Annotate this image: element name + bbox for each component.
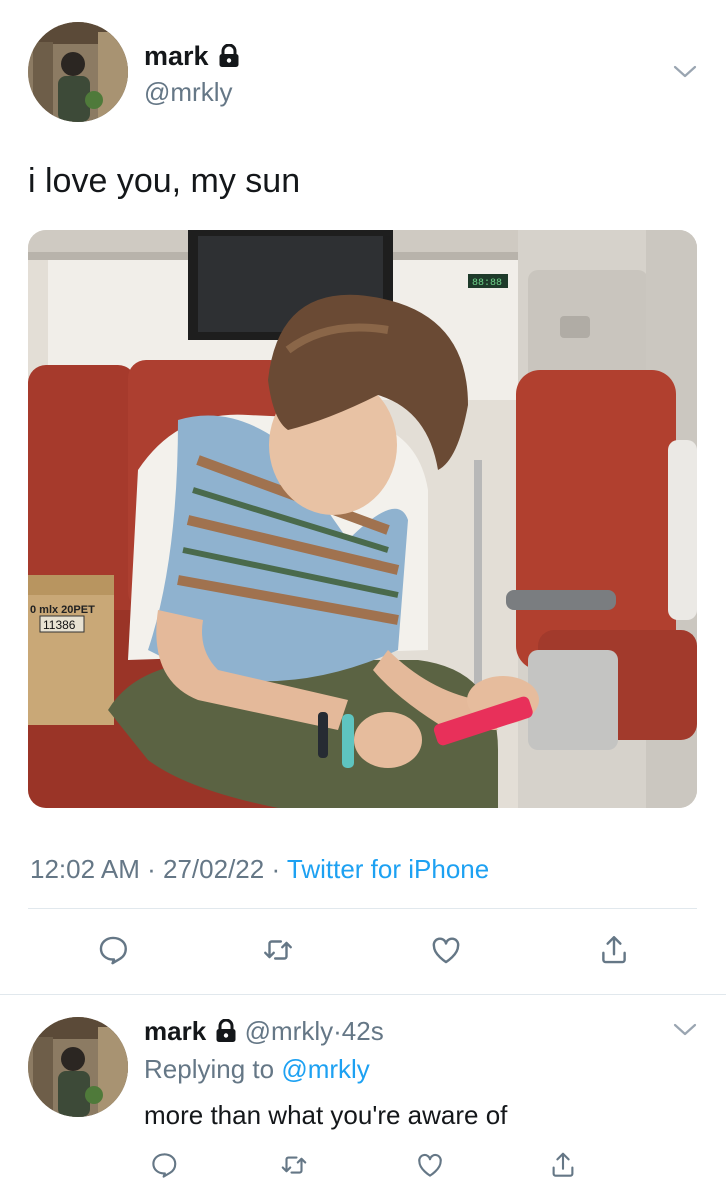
reply-text: more than what you're aware of (144, 1100, 508, 1130)
reply-retweet-button[interactable] (274, 1145, 314, 1185)
share-icon (602, 936, 626, 964)
reply-icon (152, 1153, 177, 1178)
meta-separator: · (271, 854, 281, 884)
author-name-row: mark (144, 40, 240, 72)
replying-to-line: Replying to @mrkly (144, 1052, 370, 1086)
chevron-down-icon[interactable] (672, 64, 698, 80)
share-icon (552, 1152, 574, 1177)
photo-image: 88:88 0 mlx 20PET 11386 (28, 230, 697, 808)
replying-to-handle[interactable]: @mrkly (281, 1054, 370, 1084)
tweet-time[interactable]: 12:02 AM (30, 854, 140, 884)
tweet-date[interactable]: 27/02/22 (163, 854, 264, 884)
reply-author-handle[interactable]: @mrkly (245, 1016, 334, 1046)
reply-like-button[interactable] (410, 1145, 450, 1185)
reply-author-name[interactable]: mark (144, 1016, 206, 1046)
author-name[interactable]: mark (144, 41, 209, 71)
replying-to-label: Replying to (144, 1054, 275, 1084)
reply-author-avatar[interactable] (28, 1017, 128, 1117)
chevron-down-icon[interactable] (672, 1022, 698, 1038)
tweet-meta: 12:02 AM · 27/02/22 · Twitter for iPhone (30, 852, 489, 886)
divider (28, 908, 697, 909)
author-handle[interactable]: @mrkly (144, 76, 233, 108)
retweet-button[interactable] (258, 930, 298, 970)
photo-box-number: 11386 (43, 618, 76, 632)
lock-icon (219, 43, 239, 67)
tweet-source[interactable]: Twitter for iPhone (287, 854, 489, 884)
reply-icon (99, 936, 127, 965)
avatar-image (28, 22, 128, 122)
photo-box-text: 0 mlx 20PET (30, 604, 95, 616)
lock-icon (216, 1019, 236, 1043)
retweet-icon (281, 1156, 307, 1174)
heart-icon (418, 1153, 442, 1177)
reply-share-button[interactable] (543, 1145, 583, 1185)
reply-separator: · (333, 1016, 342, 1046)
like-button[interactable] (426, 930, 466, 970)
meta-separator: · (147, 854, 156, 884)
tweet-photo[interactable]: 88:88 0 mlx 20PET 11386 (28, 230, 697, 808)
tweet-text: i love you, my sun (28, 162, 301, 200)
reply-age[interactable]: 42s (342, 1016, 384, 1046)
reply-reply-button[interactable] (144, 1145, 184, 1185)
heart-icon (432, 937, 460, 964)
reply-header: mark @mrkly·42s (144, 1014, 384, 1048)
retweet-icon (264, 940, 292, 960)
reply-button[interactable] (93, 930, 133, 970)
section-divider (0, 994, 726, 995)
share-button[interactable] (594, 930, 634, 970)
author-avatar[interactable] (28, 22, 128, 122)
photo-display-text: 88:88 (472, 278, 502, 289)
avatar-image (28, 1017, 128, 1117)
